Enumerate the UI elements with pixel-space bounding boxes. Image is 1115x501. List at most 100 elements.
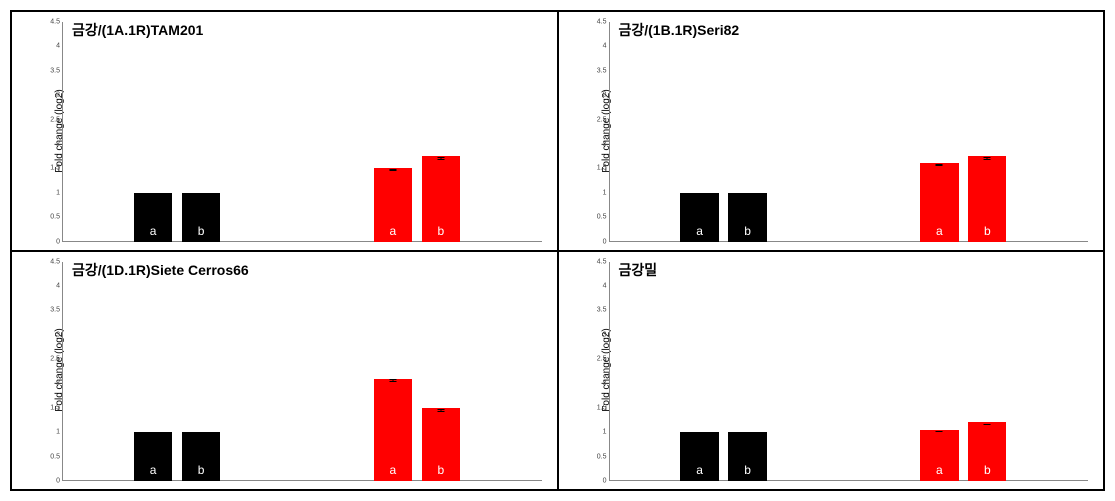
chart-title: 금강/(1A.1R)TAM201: [72, 20, 203, 40]
bar-black-b: b: [728, 193, 766, 242]
error-bar: [699, 434, 700, 435]
bar-red-a: a: [920, 163, 958, 241]
y-tick-label: 3.5: [585, 67, 607, 74]
bar-inner-label: b: [437, 463, 444, 477]
error-bar: [747, 194, 748, 195]
error-bar: [201, 194, 202, 195]
bar-red-a: a: [374, 168, 412, 241]
y-tick-label: 2: [38, 380, 60, 387]
bars-container: abab: [62, 262, 542, 482]
error-bar: [699, 194, 700, 195]
y-tick-label: 1.5: [38, 404, 60, 411]
bar-inner-label: a: [390, 224, 397, 238]
plot-area: 00.511.522.533.544.5 abab: [62, 262, 542, 482]
y-tick-label: 3: [585, 92, 607, 99]
chart-panel-2: 금강/(1D.1R)Siete Cerros66 Fold change (lo…: [11, 251, 558, 491]
y-tick-label: 0: [38, 238, 60, 245]
error-bar: [987, 424, 988, 426]
error-bar: [153, 434, 154, 435]
y-tick-label: 3: [38, 331, 60, 338]
y-tick-label: 2.5: [38, 116, 60, 123]
y-tick-label: 3: [585, 331, 607, 338]
y-ticks: 00.511.522.533.544.5: [585, 262, 607, 482]
bar-red-b: b: [422, 408, 460, 481]
bars-container: abab: [609, 22, 1089, 242]
bar-black-a: a: [134, 432, 172, 481]
error-bar: [440, 157, 441, 160]
y-tick-label: 4: [585, 282, 607, 289]
y-ticks: 00.511.522.533.544.5: [38, 22, 60, 242]
bar-inner-label: b: [984, 463, 991, 477]
bar-red-b: b: [422, 156, 460, 241]
error-bar: [987, 157, 988, 160]
y-tick-label: 0.5: [585, 453, 607, 460]
bar-red-a: a: [374, 379, 412, 481]
y-tick-label: 2: [585, 140, 607, 147]
chart-title: 금강/(1B.1R)Seri82: [619, 20, 740, 40]
bar-inner-label: a: [390, 463, 397, 477]
y-tick-label: 4.5: [585, 258, 607, 265]
plot-area: 00.511.522.533.544.5 abab: [609, 22, 1089, 242]
chart-panel-3: 금강밀 Fold change (log2) 00.511.522.533.54…: [558, 251, 1105, 491]
bar-black-a: a: [680, 193, 718, 242]
y-tick-label: 1.5: [585, 165, 607, 172]
y-tick-label: 1: [585, 429, 607, 436]
bar-black-a: a: [680, 432, 718, 481]
y-tick-label: 3: [38, 92, 60, 99]
plot-area: 00.511.522.533.544.5 abab: [62, 22, 542, 242]
y-tick-label: 4: [38, 282, 60, 289]
y-tick-label: 3.5: [38, 67, 60, 74]
bar-red-a: a: [920, 430, 958, 481]
bar-black-a: a: [134, 193, 172, 242]
bar-inner-label: a: [150, 224, 157, 238]
error-bar: [440, 409, 441, 412]
y-tick-label: 1.5: [38, 165, 60, 172]
error-bar: [392, 379, 393, 382]
bar-inner-label: b: [198, 224, 205, 238]
y-tick-label: 0: [38, 478, 60, 485]
y-tick-label: 1: [38, 189, 60, 196]
y-tick-label: 2.5: [585, 116, 607, 123]
bar-inner-label: b: [744, 463, 751, 477]
chart-title: 금강/(1D.1R)Siete Cerros66: [72, 260, 249, 280]
y-tick-label: 3.5: [585, 307, 607, 314]
y-tick-label: 0.5: [38, 453, 60, 460]
bar-black-b: b: [182, 193, 220, 242]
error-bar: [201, 434, 202, 435]
y-tick-label: 2.5: [585, 356, 607, 363]
error-bar: [747, 434, 748, 435]
bars-container: abab: [62, 22, 542, 242]
bar-inner-label: a: [696, 224, 703, 238]
y-tick-label: 4.5: [38, 19, 60, 26]
error-bar: [939, 164, 940, 166]
bar-red-b: b: [968, 156, 1006, 241]
y-tick-label: 1.5: [585, 404, 607, 411]
y-tick-label: 0.5: [585, 214, 607, 221]
y-tick-label: 4.5: [38, 258, 60, 265]
bar-inner-label: b: [198, 463, 205, 477]
chart-panel-0: 금강/(1A.1R)TAM201 Fold change (log2) 00.5…: [11, 11, 558, 251]
y-tick-label: 2: [585, 380, 607, 387]
bar-red-b: b: [968, 422, 1006, 481]
bar-inner-label: a: [696, 463, 703, 477]
bar-inner-label: b: [744, 224, 751, 238]
y-ticks: 00.511.522.533.544.5: [38, 262, 60, 482]
error-bar: [153, 194, 154, 195]
bar-inner-label: b: [984, 224, 991, 238]
y-tick-label: 0.5: [38, 214, 60, 221]
bar-inner-label: a: [936, 224, 943, 238]
bar-black-b: b: [728, 432, 766, 481]
y-tick-label: 4.5: [585, 19, 607, 26]
plot-area: 00.511.522.533.544.5 abab: [609, 262, 1089, 482]
error-bar: [392, 169, 393, 171]
y-ticks: 00.511.522.533.544.5: [585, 22, 607, 242]
bar-inner-label: a: [150, 463, 157, 477]
y-tick-label: 3.5: [38, 307, 60, 314]
bar-inner-label: b: [437, 224, 444, 238]
bar-inner-label: a: [936, 463, 943, 477]
y-tick-label: 1: [38, 429, 60, 436]
bar-black-b: b: [182, 432, 220, 481]
y-tick-label: 1: [585, 189, 607, 196]
y-tick-label: 0: [585, 238, 607, 245]
chart-title: 금강밀: [619, 260, 658, 280]
